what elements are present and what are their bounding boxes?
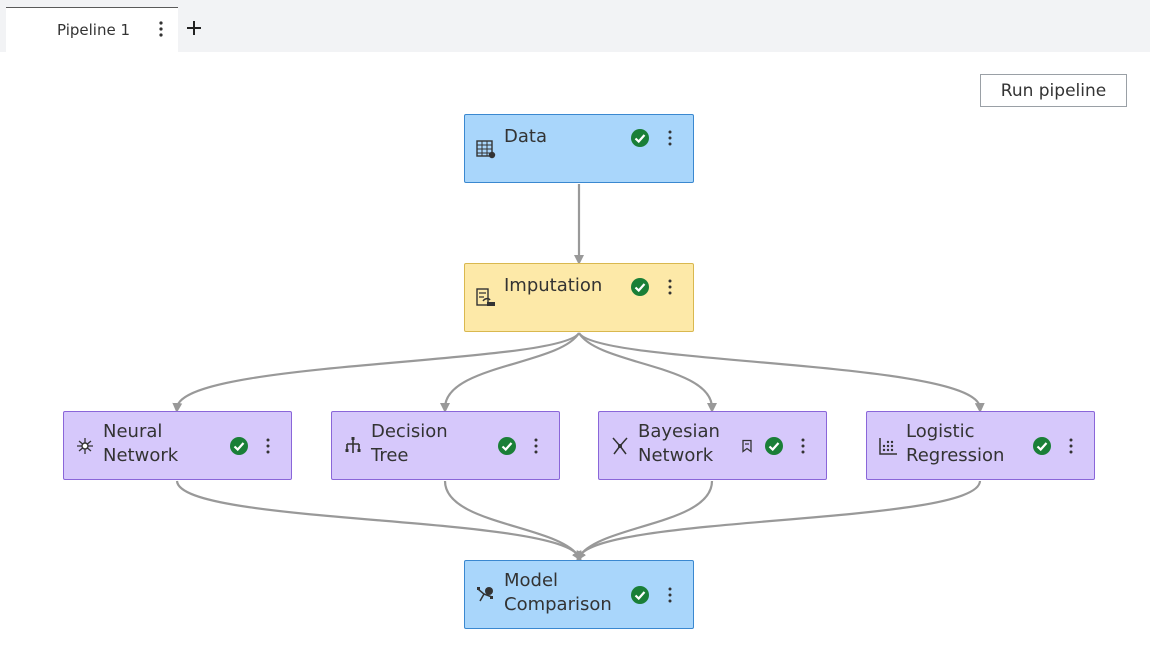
success-check-icon [631,278,649,296]
model-comparison-icon [477,587,493,602]
bookmark-icon [742,439,752,453]
success-check-icon [498,437,516,455]
node-label: Neural Network [103,421,179,466]
node-imputation[interactable]: Imputation [464,263,694,332]
node-label: Decision Tree [371,421,448,466]
node-label: Imputation [504,275,603,296]
node-menu-icon[interactable] [1064,435,1078,457]
node-model-comparison[interactable]: Model Comparison [464,560,694,629]
success-check-icon [1033,437,1051,455]
imputation-icon [476,288,495,306]
node-menu-icon[interactable] [663,127,677,149]
node-decision-tree[interactable]: Decision Tree [331,411,560,480]
success-check-icon [230,437,248,455]
decision-tree-icon [345,437,361,453]
data-table-icon [476,140,496,159]
node-logistic-regression[interactable]: Logistic Regression [866,411,1095,480]
bayesian-network-icon [612,437,628,455]
neural-network-icon [77,438,93,454]
edge-imputation-logistic-regression [578,332,985,413]
edge-imputation-bayesian-network [578,332,717,413]
edge-bayesian-network-comparison [576,480,714,562]
edge-neural-network-comparison [175,480,582,562]
node-label: Logistic Regression [906,421,1005,466]
success-check-icon [765,437,783,455]
node-menu-icon[interactable] [261,435,275,457]
node-menu-icon[interactable] [796,435,810,457]
node-menu-icon[interactable] [529,435,543,457]
success-check-icon [631,586,649,604]
node-neural-network[interactable]: Neural Network [63,411,292,480]
node-data[interactable]: Data [464,114,694,183]
node-label: Data [504,126,547,147]
node-menu-icon[interactable] [663,276,677,298]
node-menu-icon[interactable] [663,584,677,606]
node-bayesian-network[interactable]: Bayesian Network [598,411,827,480]
edge-imputation-neural-network [172,332,580,413]
edge-decision-tree-comparison [443,480,582,562]
node-label: Bayesian Network [638,421,720,466]
logistic-regression-icon [879,438,897,455]
node-label: Model Comparison [504,570,612,615]
edge-imputation-decision-tree [440,332,580,413]
success-check-icon [631,129,649,147]
edge-logistic-regression-comparison [576,480,982,562]
